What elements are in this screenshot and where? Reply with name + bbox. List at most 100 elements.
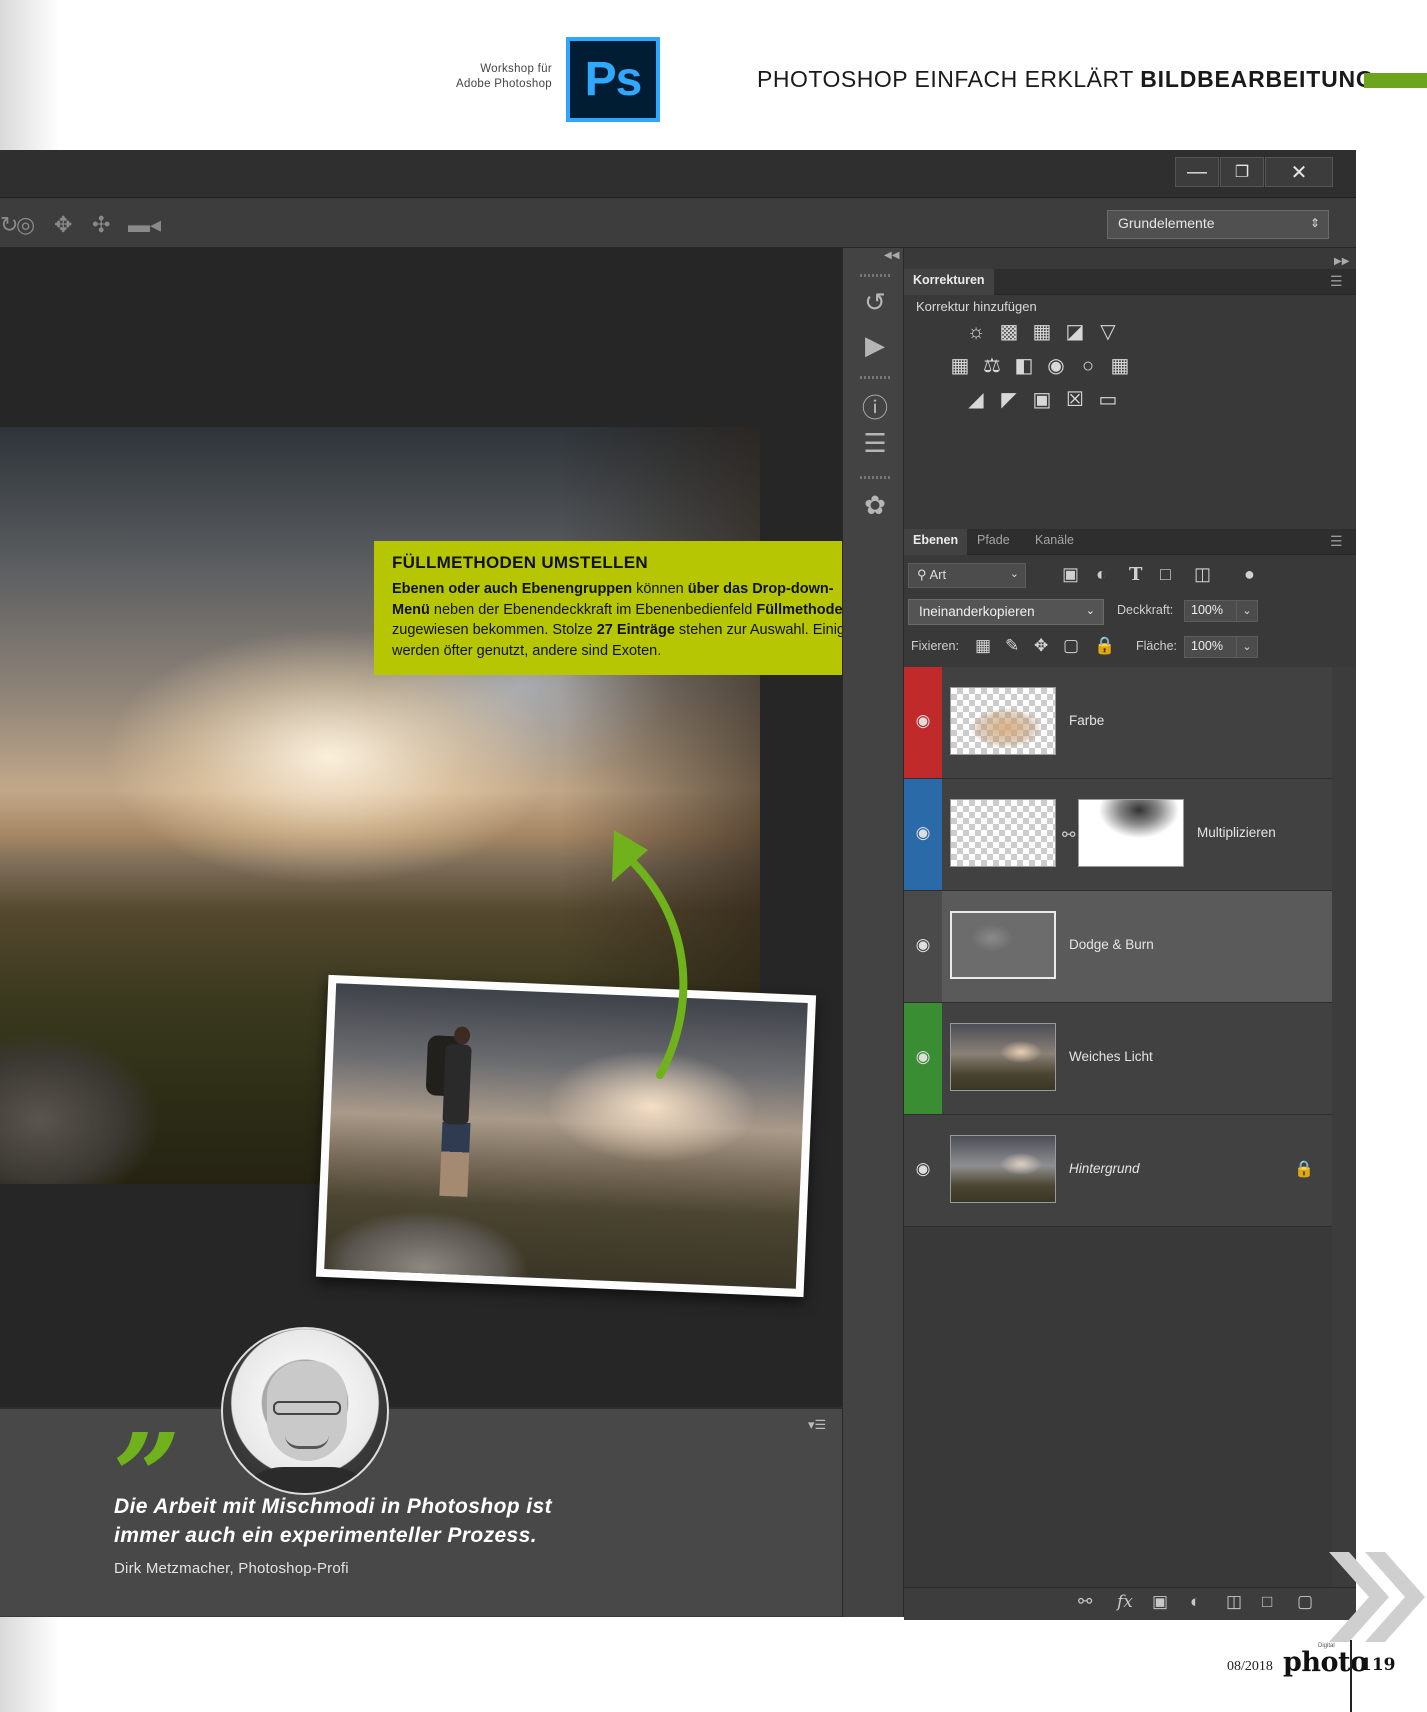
roll-3d-icon[interactable]: ◎ [16,212,35,238]
new-layer-icon[interactable]: □ [1262,1592,1272,1612]
slide-3d-icon[interactable]: ✣ [92,212,110,238]
filter-pixel-icon[interactable]: ▣ [1062,564,1079,585]
brush-presets-icon[interactable]: ✿ [855,490,895,524]
dock-grip[interactable] [860,274,890,277]
layer-thumbnail [950,1023,1056,1091]
filter-type-icon[interactable]: T [1129,564,1142,585]
filter-toggle-icon[interactable]: ● [1244,564,1255,585]
history-icon[interactable]: ↺ [855,287,895,321]
callout-text-4: neben der Ebenendeckkraft im Ebenenbedie… [429,601,757,618]
info-icon[interactable]: ⓘ [855,388,895,423]
magazine-logo: photo [1283,1647,1368,1678]
exposure-icon[interactable]: ◪ [1063,321,1087,343]
invert-icon[interactable]: ◢ [964,389,988,411]
page-title: PHOTOSHOP EINFACH ERKLÄRT BILDBEARBEITUN… [757,66,1375,93]
channel-mixer-icon[interactable]: ○ [1076,355,1100,377]
curves-icon[interactable]: ▦ [1030,321,1054,343]
tab-corrections[interactable]: Korrekturen [904,269,994,295]
color-lookup-icon[interactable]: ▦ [1108,355,1132,377]
filter-shape-icon[interactable]: □ [1160,564,1171,585]
lock-all-icon[interactable]: 🔒 [1094,636,1115,656]
threshold-icon[interactable]: ▣ [1030,389,1054,411]
dock-grip[interactable] [860,376,890,379]
layer-filter-kind[interactable]: ⚲ Art ⌄ [908,563,1026,588]
tab-paths[interactable]: Pfade [968,529,1019,555]
photo-filter-icon[interactable]: ◉ [1044,355,1068,377]
color-balance-icon[interactable]: ⚖ [980,355,1004,377]
layer-name: Dodge & Burn [1069,937,1154,952]
add-mask-icon[interactable]: ▣ [1152,1592,1168,1612]
mask-link-icon[interactable]: ⚯ [1062,825,1075,845]
new-group-icon[interactable]: ◫ [1226,1592,1242,1612]
lock-artboard-icon[interactable]: ▢ [1063,636,1079,656]
selective-color-icon[interactable]: ☒ [1063,389,1087,411]
new-adjustment-icon[interactable]: ◐ [1190,1592,1200,1612]
properties-icon[interactable]: ☰ [855,428,895,462]
panel-menu-icon[interactable]: ☰ [1330,273,1343,290]
layer-style-fx-icon[interactable]: fx [1117,1592,1133,1612]
expand-panels-icon[interactable]: ▶▶ [1334,256,1349,267]
layer-row[interactable]: ◉ Hintergrund 🔒 [904,1115,1332,1227]
actions-play-icon[interactable]: ▶ [855,330,895,364]
delete-layer-icon[interactable]: ▢ [1297,1592,1313,1612]
dock-grip[interactable] [860,476,890,479]
layer-mask-thumbnail[interactable] [1078,799,1184,867]
panel-menu-icon[interactable]: ▾☰ [808,1417,826,1433]
adjustment-row-1: ☼ ▩ ▦ ◪ ▽ [964,321,1120,343]
fill-label: Fläche: [1136,639,1177,653]
layer-thumbnail [950,1135,1056,1203]
posterize-icon[interactable]: ◤ [997,389,1021,411]
tab-channels[interactable]: Kanäle [1026,529,1083,555]
restore-button[interactable]: ❐ [1220,157,1264,187]
black-white-icon[interactable]: ◧ [1012,355,1036,377]
layer-thumbnail [950,799,1056,867]
panel-menu-icon[interactable]: ☰ [1330,533,1343,550]
eye-icon[interactable]: ◉ [912,711,934,731]
layer-row[interactable]: ◉ Farbe [904,667,1332,779]
opacity-input[interactable]: 100% [1184,600,1242,622]
opacity-label: Deckkraft: [1117,603,1174,617]
pan-3d-icon[interactable]: ✥ [54,212,72,238]
callout-text-1: Ebenen oder auch Ebenengruppen [392,581,633,597]
fill-slider-toggle[interactable]: ⌄ [1236,636,1258,658]
callout-text-6: zugewiesen bekommen. Stolze [392,622,597,638]
close-button[interactable]: ✕ [1265,157,1333,187]
tab-layers[interactable]: Ebenen [904,529,968,555]
blend-mode-dropdown[interactable]: Ineinanderkopieren ⌄ [908,599,1104,625]
filter-smart-object-icon[interactable]: ◫ [1194,564,1211,585]
eye-icon[interactable]: ◉ [912,1159,934,1179]
layer-row[interactable]: ◉ ⚯ Multiplizieren [904,779,1332,891]
hiker-figure [417,1025,485,1217]
eye-icon[interactable]: ◉ [912,1047,934,1067]
eye-icon[interactable]: ◉ [912,935,934,955]
layers-scrollbar[interactable] [1332,667,1356,1587]
layer-row-selected[interactable]: ◉ Dodge & Burn [904,891,1332,1003]
hue-saturation-icon[interactable]: ▦ [948,355,972,377]
lock-position-icon[interactable]: ✥ [1034,636,1048,656]
filter-adjustment-icon[interactable]: ◐ [1096,564,1107,585]
window-titlebar [0,150,1356,198]
layer-thumbnail [950,911,1056,979]
eye-icon[interactable]: ◉ [912,823,934,843]
blend-mode-value: Ineinanderkopieren [919,604,1035,619]
brightness-icon[interactable]: ☼ [964,321,988,343]
lock-pixels-icon[interactable]: ✎ [1005,636,1019,656]
levels-icon[interactable]: ▩ [997,321,1021,343]
gradient-map-icon[interactable]: ▭ [1096,389,1120,411]
chevron-down-icon: ⌄ [1085,605,1095,617]
chevron-down-icon: ⌄ [1009,568,1019,580]
callout-text-2: können [632,581,688,597]
minimize-button[interactable]: — [1175,157,1219,187]
fill-input[interactable]: 100% [1184,636,1242,658]
scale-3d-icon[interactable]: ▬◂ [128,212,161,238]
workspace-name: Grundelemente [1118,215,1215,231]
opacity-slider-toggle[interactable]: ⌄ [1236,600,1258,622]
header-accent-bar [1364,73,1427,88]
callout-text-5: Füllmethoden [756,601,852,618]
lock-transparency-icon[interactable]: ▦ [975,636,991,656]
workspace-switcher[interactable]: Grundelemente ⇕ [1107,210,1329,239]
vibrance-icon[interactable]: ▽ [1096,321,1120,343]
layer-row[interactable]: ◉ Weiches Licht [904,1003,1332,1115]
collapse-dock-icon[interactable]: ◀◀ [884,250,899,261]
link-layers-icon[interactable]: ⚯ [1078,1592,1092,1612]
